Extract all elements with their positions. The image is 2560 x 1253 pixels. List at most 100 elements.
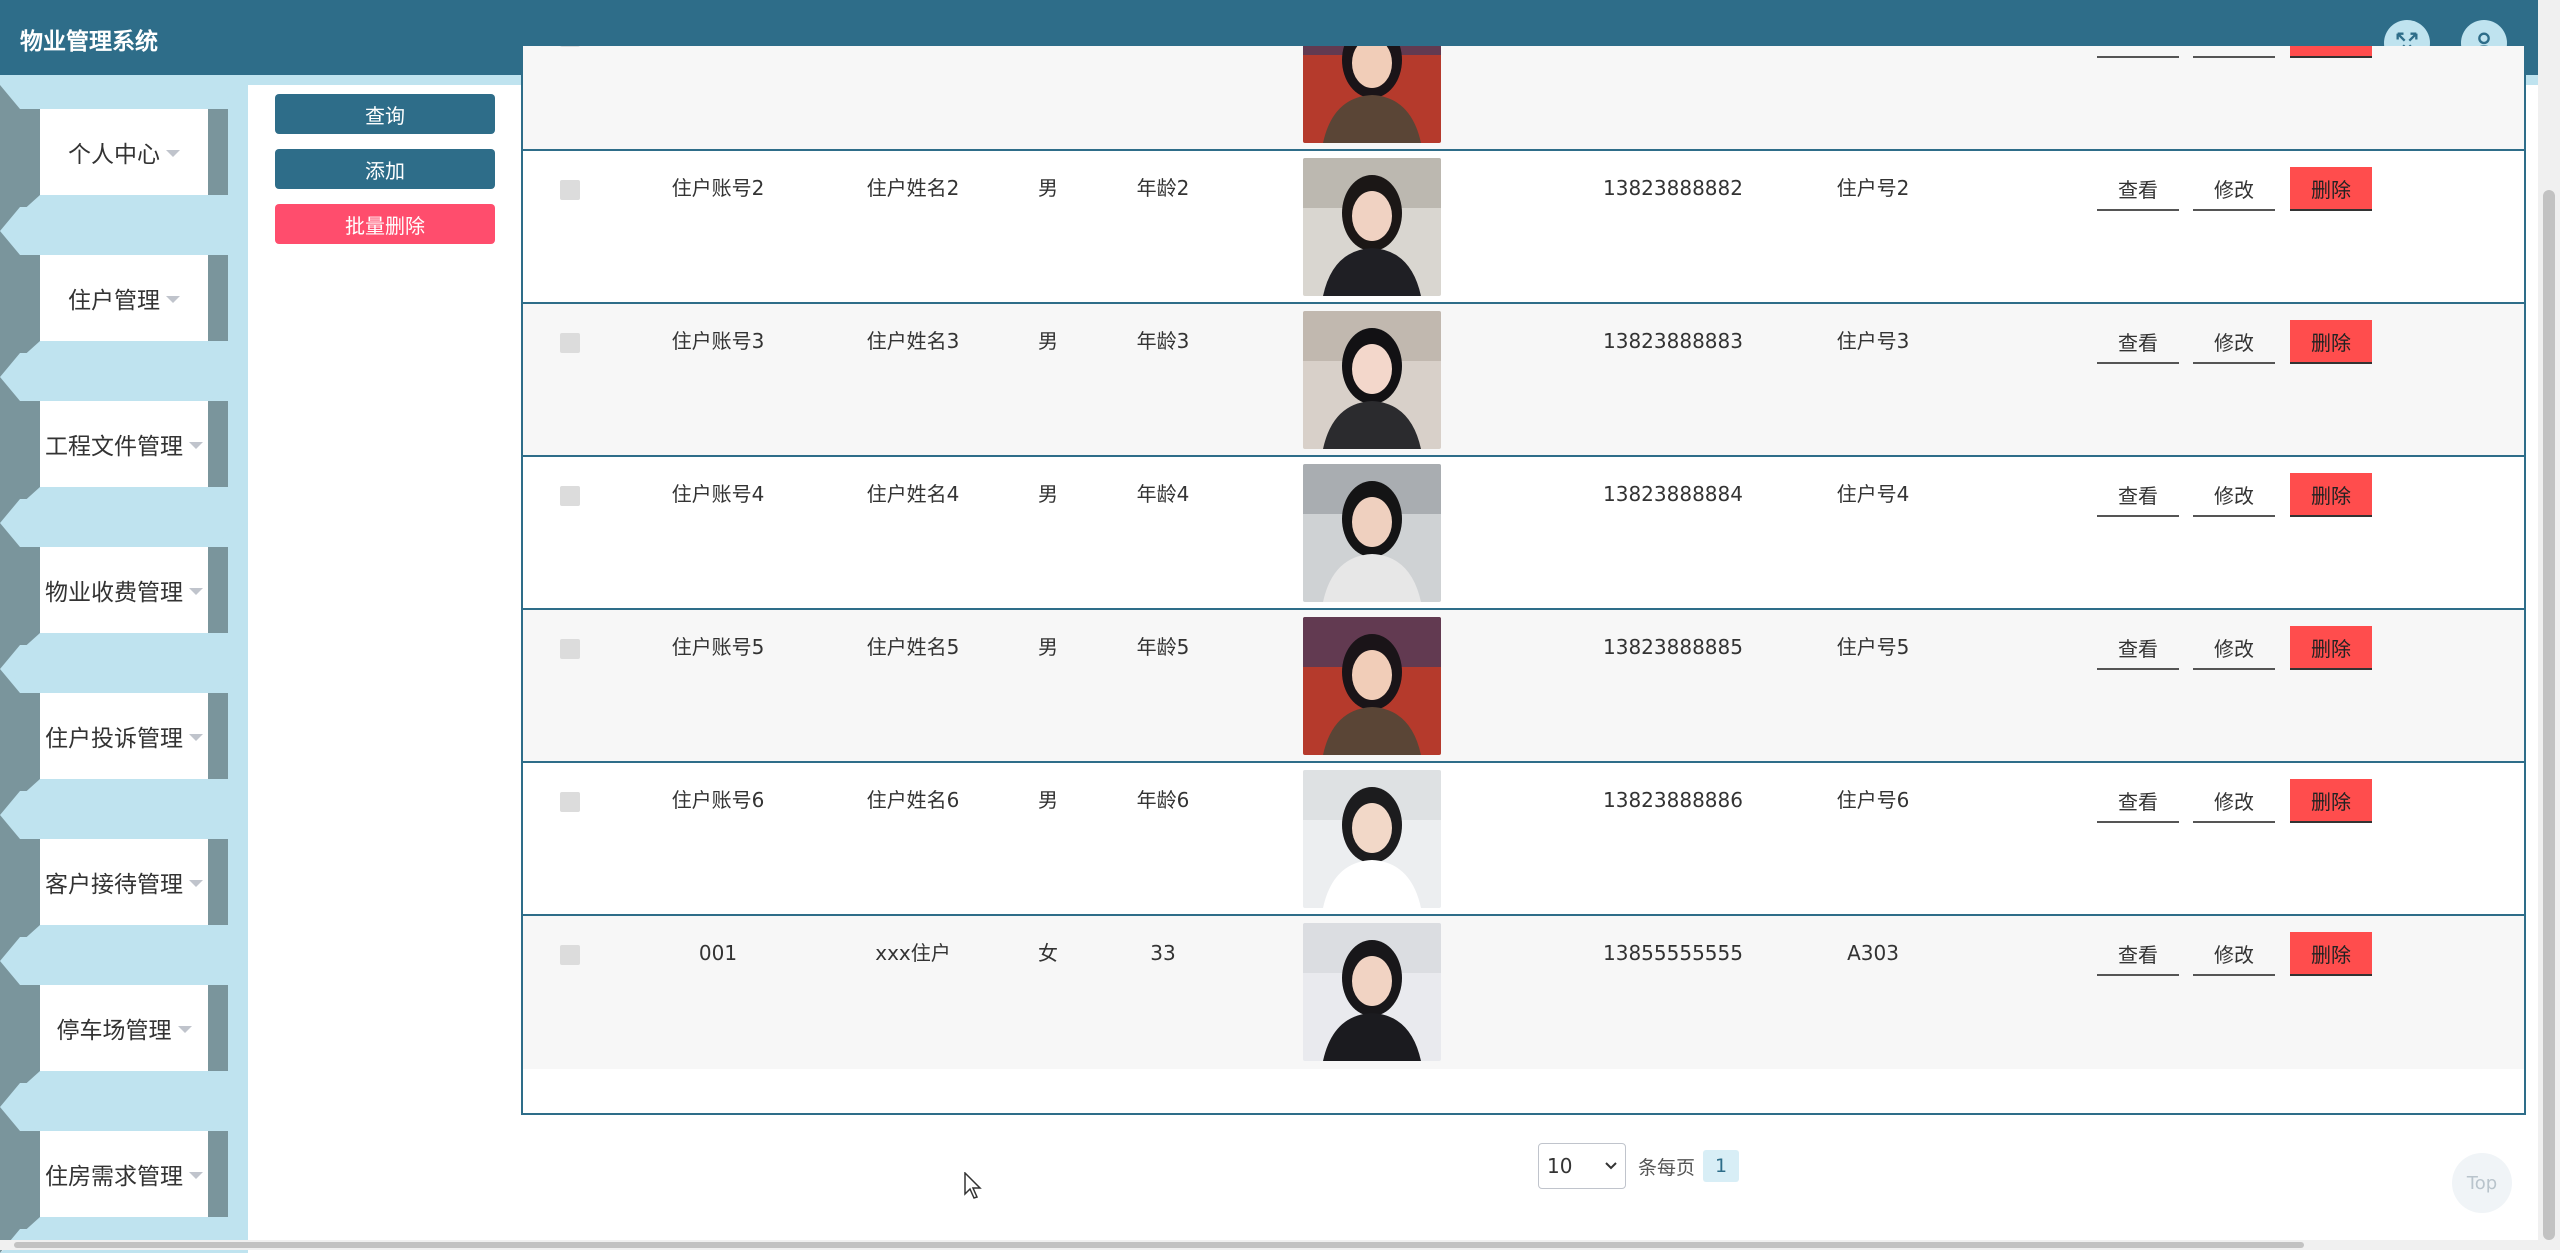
sidebar-item[interactable]: 物业收费管理: [0, 523, 248, 669]
row-checkbox[interactable]: [560, 486, 580, 506]
table-row: 住户账号2 住户姓名2 男 年龄2 13823888882 住户号2 查看 修改 删除: [523, 151, 2524, 304]
row-checkbox[interactable]: [560, 180, 580, 200]
edit-button[interactable]: 修改: [2193, 320, 2275, 364]
phone-cell: 13823888884: [1603, 482, 1743, 506]
delete-button[interactable]: 删除: [2290, 779, 2372, 823]
add-button[interactable]: 添加: [275, 149, 495, 189]
sidebar-item-label: 住户投诉管理: [45, 726, 183, 752]
view-button[interactable]: 查看: [2097, 626, 2179, 670]
resident-photo-image: [1303, 311, 1441, 449]
sidebar-item-button[interactable]: 住户投诉管理: [40, 693, 208, 779]
view-button[interactable]: 查看: [2097, 320, 2179, 364]
sidebar-item-button[interactable]: 住户管理: [40, 255, 208, 341]
sidebar-item-button[interactable]: 物业收费管理: [40, 547, 208, 633]
sidebar-item-button[interactable]: 停车场管理: [40, 985, 208, 1071]
sidebar-item-button[interactable]: 客户接待管理: [40, 839, 208, 925]
account-cell: 住户账号1: [633, 46, 803, 50]
vertical-scroll-thumb[interactable]: [2543, 190, 2555, 1240]
sidebar-item-button[interactable]: 个人中心: [40, 109, 208, 195]
horizontal-scrollbar[interactable]: [0, 1240, 2538, 1250]
resident-photo-image: [1303, 158, 1441, 296]
account-cell: 住户账号2: [671, 176, 765, 200]
sidebar-item-button[interactable]: 工程文件管理: [40, 401, 208, 487]
gender-cell: 男: [1018, 46, 1078, 50]
sidebar-item[interactable]: 住户管理: [0, 231, 248, 377]
unit-cell: 住户号1: [1793, 46, 1953, 50]
sidebar-item[interactable]: 停车场管理: [0, 961, 248, 1107]
edit-button[interactable]: 修改: [2193, 932, 2275, 976]
sidebar-item-label: 客户接待管理: [45, 872, 183, 898]
resident-photo: [1303, 311, 1441, 449]
sidebar-item-button[interactable]: 住房需求管理: [40, 1131, 208, 1217]
caret-down-icon: [189, 441, 203, 449]
edit-button[interactable]: 修改: [2193, 46, 2275, 58]
row-checkbox[interactable]: [560, 639, 580, 659]
delete-button[interactable]: 删除: [2290, 320, 2372, 364]
caret-down-icon: [189, 587, 203, 595]
age-cell: 年龄1: [1113, 46, 1213, 50]
age-cell: 年龄2: [1136, 176, 1190, 200]
table-row: 001 xxx住户 女 33 13855555555 A303 查看 修改 删除: [523, 916, 2524, 1069]
resident-photo: [1303, 46, 1441, 143]
resident-photo-image: [1303, 464, 1441, 602]
view-button[interactable]: 查看: [2097, 779, 2179, 823]
name-cell: 住户姓名1: [828, 46, 998, 50]
row-checkbox[interactable]: [560, 945, 580, 965]
vertical-scrollbar[interactable]: [2538, 0, 2560, 1250]
view-button[interactable]: 查看: [2097, 167, 2179, 211]
unit-cell: 住户号2: [1836, 176, 1910, 200]
delete-button[interactable]: 删除: [2290, 626, 2372, 670]
table-row: 住户账号6 住户姓名6 男 年龄6 13823888886 住户号6 查看 修改 删除: [523, 763, 2524, 916]
account-cell: 住户账号4: [671, 482, 765, 506]
view-button[interactable]: 查看: [2097, 473, 2179, 517]
sidebar-item[interactable]: 住房需求管理: [0, 1107, 248, 1253]
row-checkbox[interactable]: [560, 792, 580, 812]
edit-button[interactable]: 修改: [2193, 626, 2275, 670]
gender-cell: 男: [1038, 329, 1058, 353]
view-button[interactable]: 查看: [2097, 932, 2179, 976]
batch-delete-button[interactable]: 批量删除: [275, 204, 495, 244]
phone-cell: 13823888883: [1603, 329, 1743, 353]
search-button[interactable]: 查询: [275, 94, 495, 134]
sidebar-item[interactable]: 个人中心: [0, 85, 248, 231]
unit-cell: A303: [1847, 941, 1899, 965]
horizontal-scroll-thumb[interactable]: [14, 1242, 2304, 1248]
gender-cell: 男: [1038, 176, 1058, 200]
delete-button[interactable]: 删除: [2290, 167, 2372, 211]
account-cell: 住户账号3: [671, 329, 765, 353]
row-checkbox[interactable]: [560, 46, 580, 47]
unit-cell: 住户号3: [1836, 329, 1910, 353]
phone-cell: 13855555555: [1603, 941, 1743, 965]
table-row: 住户账号5 住户姓名5 男 年龄5 13823888885 住户号5 查看 修改 删除: [523, 610, 2524, 763]
back-to-top-button[interactable]: Top: [2452, 1153, 2512, 1213]
caret-down-icon: [166, 149, 180, 157]
name-cell: xxx住户: [875, 941, 951, 965]
gender-cell: 男: [1038, 788, 1058, 812]
sidebar-item[interactable]: 工程文件管理: [0, 377, 248, 523]
name-cell: 住户姓名6: [866, 788, 960, 812]
caret-down-icon: [189, 879, 203, 887]
age-cell: 年龄3: [1136, 329, 1190, 353]
resident-table: 住户账号1住户姓名1男年龄113823888881住户号1查看修改删除住户账号2…: [521, 46, 2526, 1115]
sidebar-item[interactable]: 住户投诉管理: [0, 669, 248, 815]
resident-photo: [1303, 617, 1441, 755]
delete-button[interactable]: 删除: [2290, 932, 2372, 976]
sidebar-item-label: 工程文件管理: [45, 434, 183, 460]
mouse-cursor-icon: [964, 1172, 982, 1199]
row-checkbox[interactable]: [560, 333, 580, 353]
edit-button[interactable]: 修改: [2193, 167, 2275, 211]
account-cell: 001: [698, 941, 738, 965]
table-row: 住户账号3 住户姓名3 男 年龄3 13823888883 住户号3 查看 修改 删除: [523, 304, 2524, 457]
delete-button[interactable]: 删除: [2290, 46, 2372, 58]
age-cell: 年龄6: [1136, 788, 1190, 812]
view-button[interactable]: 查看: [2097, 46, 2179, 58]
delete-button[interactable]: 删除: [2290, 473, 2372, 517]
resident-photo-image: [1303, 46, 1441, 143]
page-number-current[interactable]: 1: [1703, 1150, 1739, 1182]
page-size-select[interactable]: 10: [1538, 1143, 1626, 1189]
name-cell: 住户姓名3: [866, 329, 960, 353]
edit-button[interactable]: 修改: [2193, 779, 2275, 823]
edit-button[interactable]: 修改: [2193, 473, 2275, 517]
resident-photo: [1303, 923, 1441, 1061]
sidebar-item[interactable]: 客户接待管理: [0, 815, 248, 961]
